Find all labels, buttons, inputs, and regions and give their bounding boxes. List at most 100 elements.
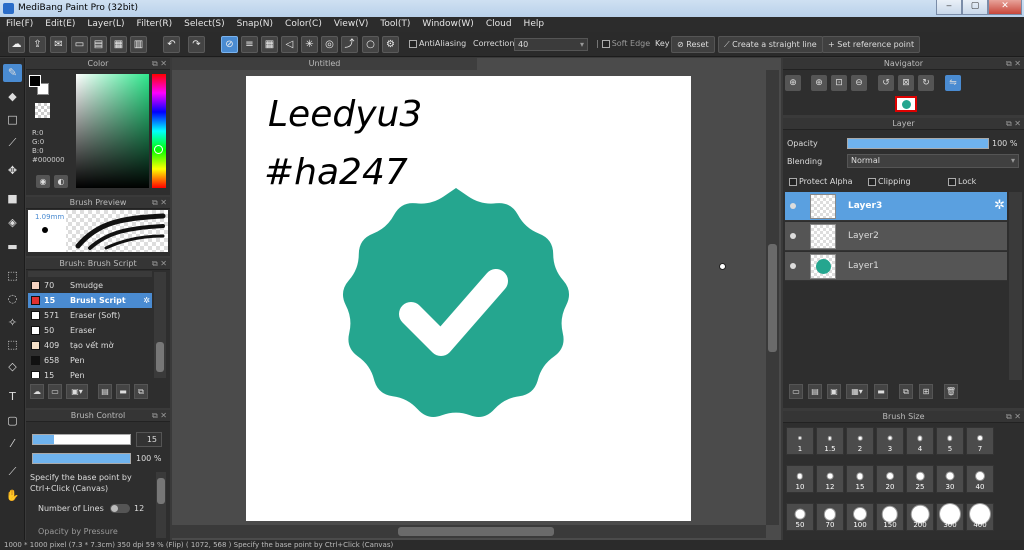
brush-size-option-2[interactable]: 2 — [846, 427, 874, 455]
foreground-color-swatch[interactable] — [29, 75, 41, 87]
straight-line-button[interactable]: ⟋ Create a straight line — [718, 36, 823, 53]
new-halftone-layer-icon[interactable]: ▤ — [808, 384, 822, 399]
snap-circle-icon[interactable]: ○ — [362, 36, 379, 53]
brush-item-brush-script[interactable]: 15 Brush Script ✲ — [28, 293, 152, 308]
new-doc-icon[interactable]: ▭ — [71, 36, 88, 53]
brush-item-tao-vet-mo[interactable]: 409 tạo vết mờ — [28, 338, 152, 353]
panel-close-icon[interactable]: ⧉ ✕ — [152, 197, 167, 209]
share-icon[interactable]: ⇪ — [29, 36, 46, 53]
protect-alpha-checkbox[interactable]: Protect Alpha — [789, 177, 853, 186]
text-tool-icon[interactable]: T — [3, 388, 22, 406]
move-tool-icon[interactable]: ✥ — [3, 162, 22, 180]
add-brush-icon[interactable]: ☁ — [30, 384, 44, 399]
canvas-horizontal-scrollbar[interactable] — [172, 525, 766, 538]
brush-control-scrollbar[interactable] — [156, 472, 166, 538]
close-button[interactable]: ✕ — [988, 0, 1022, 15]
new-brush-icon[interactable]: ▭ — [48, 384, 62, 399]
brush-list-scroll-thumb[interactable] — [156, 342, 164, 372]
comment-icon[interactable]: ✉ — [50, 36, 67, 53]
panel-close-icon[interactable]: ⧉ ✕ — [152, 58, 167, 70]
layer-scrollbar[interactable] — [1009, 192, 1022, 380]
undo-icon[interactable]: ↶ — [163, 36, 180, 53]
brush-size-option-4[interactable]: 4 — [906, 427, 934, 455]
brush-size-option-7[interactable]: 7 — [966, 427, 994, 455]
snap-off-icon[interactable]: ⊘ — [221, 36, 238, 53]
color-history-icon[interactable]: ◐ — [54, 175, 68, 188]
zoom-fit-icon[interactable]: ⊕ — [785, 75, 801, 91]
cloud-icon[interactable]: ☁ — [8, 36, 25, 53]
rotate-left-icon[interactable]: ↺ — [878, 75, 894, 91]
dot-tool-icon[interactable]: □ — [3, 111, 22, 129]
menu-file[interactable]: File(F) — [0, 17, 39, 32]
panel-close-icon[interactable]: ⧉ ✕ — [152, 410, 167, 422]
snap-settings-icon[interactable]: ⚙ — [382, 36, 399, 53]
brush-item-pen-15[interactable]: 15 Pen — [28, 368, 152, 378]
brush-list-scrollbar[interactable] — [154, 272, 166, 378]
panel-close-icon[interactable]: ⧉ ✕ — [1006, 411, 1021, 423]
gear-icon[interactable]: ✲ — [994, 198, 1005, 213]
brush-menu-icon[interactable]: ▣▾ — [66, 384, 88, 399]
shape-tool-icon[interactable]: ■ — [3, 190, 22, 208]
brush-size-option-15[interactable]: 15 — [846, 465, 874, 493]
doc-list-icon[interactable]: ▤ — [90, 36, 107, 53]
panel-close-icon[interactable]: ⧉ ✕ — [152, 258, 167, 270]
minimize-button[interactable]: ‒ — [936, 0, 962, 15]
layer-row-layer1[interactable]: Layer1 — [785, 252, 1007, 281]
grid-icon[interactable]: ▥ — [130, 36, 147, 53]
lasso-tool-icon[interactable]: ◌ — [3, 290, 22, 308]
eraser-tool-icon[interactable]: ◆ — [3, 88, 22, 106]
menu-layer[interactable]: Layer(L) — [81, 17, 130, 32]
eye-icon[interactable] — [790, 263, 796, 269]
brush-opacity-slider[interactable] — [32, 453, 131, 464]
brush-item-pen-658[interactable]: 658 Pen — [28, 353, 152, 368]
navigator-thumbnail[interactable] — [895, 96, 917, 112]
antialiasing-checkbox[interactable]: AntiAliasing — [409, 39, 466, 48]
brush-size-option-5[interactable]: 5 — [936, 427, 964, 455]
snap-concentric-icon[interactable]: ◎ — [321, 36, 338, 53]
brush-tool-icon[interactable]: ✎ — [3, 64, 22, 82]
brush-size-option-20[interactable]: 20 — [876, 465, 904, 493]
merge-layer-icon[interactable]: ⊞ — [919, 384, 933, 399]
brush-size-option-40[interactable]: 40 — [966, 465, 994, 493]
layer-menu-icon[interactable]: ▦▾ — [846, 384, 868, 399]
gear-icon[interactable]: ✲ — [143, 293, 150, 308]
menu-tool[interactable]: Tool(T) — [374, 17, 416, 32]
clipping-checkbox[interactable]: Clipping — [868, 177, 911, 186]
rotate-right-icon[interactable]: ↻ — [918, 75, 934, 91]
trash-icon[interactable]: 🗑 — [944, 384, 958, 399]
redo-icon[interactable]: ↷ — [188, 36, 205, 53]
reset-button[interactable]: ⊘ Reset — [671, 36, 715, 53]
snap-radial-icon[interactable]: ✳ — [301, 36, 318, 53]
canvas-vertical-scrollbar[interactable] — [766, 70, 779, 525]
brush-size-slider[interactable] — [32, 434, 131, 445]
brush-size-option-200[interactable]: 200 — [906, 503, 934, 531]
material-icon[interactable]: ▦ — [110, 36, 127, 53]
flip-horizontal-icon[interactable]: ⇋ — [945, 75, 961, 91]
menu-help[interactable]: Help — [518, 17, 551, 32]
menu-window[interactable]: Window(W) — [416, 17, 479, 32]
select-tool-icon[interactable]: ⬚ — [3, 267, 22, 285]
brush-size-option-30[interactable]: 30 — [936, 465, 964, 493]
canvas-vertical-scroll-thumb[interactable] — [768, 244, 777, 352]
canvas-paper[interactable]: Leedyu3 #ha247 — [246, 76, 691, 521]
panel-close-icon[interactable]: ⧉ ✕ — [1006, 58, 1021, 70]
eye-icon[interactable] — [790, 203, 796, 209]
select-eraser-tool-icon[interactable]: ◇ — [3, 358, 22, 376]
hand-tool-icon[interactable]: ✋ — [3, 487, 22, 505]
brush-size-option-12[interactable]: 12 — [816, 465, 844, 493]
brush-size-option-3[interactable]: 3 — [876, 427, 904, 455]
brush-size-option-50[interactable]: 50 — [786, 503, 814, 531]
transparent-color-swatch[interactable] — [35, 103, 50, 118]
eye-icon[interactable] — [790, 233, 796, 239]
lock-checkbox[interactable]: Lock — [948, 177, 976, 186]
brush-control-scroll-thumb[interactable] — [157, 478, 165, 504]
brush-item-eraser-soft[interactable]: 571 Eraser (Soft) — [28, 308, 152, 323]
menu-edit[interactable]: Edit(E) — [39, 17, 81, 32]
brush-item-eraser[interactable]: 50 Eraser — [28, 323, 152, 338]
opacity-pressure-row[interactable]: Opacity by Pressure — [38, 527, 118, 537]
brush-folder-icon[interactable]: ▬ — [116, 384, 130, 399]
select-pen-tool-icon[interactable]: ⬚ — [3, 336, 22, 354]
eyedropper-tool-icon[interactable]: ⁄ — [3, 435, 22, 453]
zoom-in-icon[interactable]: ⊕ — [811, 75, 827, 91]
gradient-tool-icon[interactable]: ▬ — [3, 238, 22, 256]
